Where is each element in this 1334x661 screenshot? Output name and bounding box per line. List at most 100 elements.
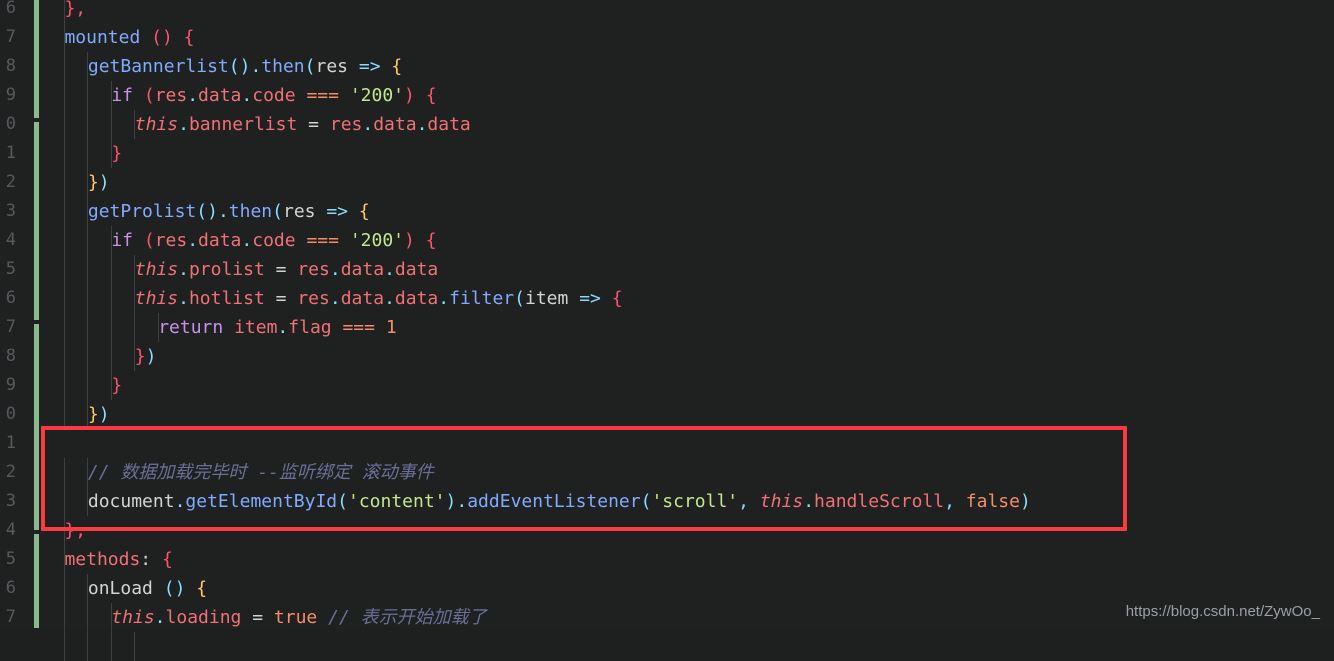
indent-guide [87, 255, 89, 284]
indent-guide [63, 226, 65, 255]
code-line[interactable]: getBannerlist().then(res => { [0, 52, 1334, 81]
code-token: // 数据加载完毕时 --监听绑定 滚动事件 [87, 462, 434, 483]
code-line[interactable]: }, [0, 516, 1334, 545]
code-line[interactable]: document.getElementById('content').addEv… [0, 487, 1334, 516]
code-line[interactable]: } [0, 139, 1334, 168]
code-line-text: }) [88, 168, 110, 197]
code-token: => [579, 288, 601, 309]
code-token: ) [404, 230, 415, 251]
code-line-text: this.bannerlist = res.data.data [135, 110, 471, 139]
code-token: } [134, 346, 146, 367]
line-number: 8 [5, 346, 16, 366]
code-editor[interactable]: }, mounted () {getBannerlist().then(res =… [0, 0, 1334, 661]
code-token: res [154, 85, 188, 106]
code-line[interactable]: }, [0, 0, 1334, 23]
code-line[interactable]: if (res.data.code === '200') { [0, 81, 1334, 110]
code-token: ( [304, 56, 316, 77]
code-token: this [134, 114, 179, 135]
code-line-text: }, [64, 0, 86, 23]
code-token: { [358, 201, 370, 222]
indent-guide [87, 574, 89, 603]
code-line[interactable]: if (res.data.code === '200') { [0, 226, 1334, 255]
code-token: { [196, 578, 208, 599]
line-number: 0 [5, 404, 16, 424]
code-token: return [158, 317, 224, 338]
code-token: '200' [349, 85, 404, 106]
code-surface[interactable]: }, mounted () {getBannerlist().then(res =… [0, 0, 1334, 661]
line-number: 8 [5, 56, 16, 76]
code-line[interactable] [0, 632, 1334, 661]
code-token: ( [143, 230, 155, 251]
code-line[interactable]: // 数据加载完毕时 --监听绑定 滚动事件 [0, 458, 1334, 487]
indent-guide [87, 371, 89, 400]
code-token: . [329, 259, 341, 280]
code-line[interactable]: methods: { [0, 545, 1334, 574]
code-line[interactable]: onLoad () { [0, 574, 1334, 603]
code-line-text: }, [64, 516, 86, 545]
line-number: 2 [5, 462, 16, 482]
code-token: data [394, 288, 439, 309]
code-token: { [391, 56, 403, 77]
code-token: getProlist [87, 201, 197, 222]
code-token: ) [445, 491, 457, 512]
indent-guide [110, 632, 112, 661]
code-line-text: methods: { [64, 545, 172, 574]
indent-guide [134, 255, 136, 284]
indent-guide [87, 226, 89, 255]
code-token: true [273, 607, 318, 628]
code-line-text: document.getElementById('content').addEv… [88, 487, 1031, 516]
code-line[interactable]: }) [0, 342, 1334, 371]
code-line[interactable]: return item.flag === 1 [0, 313, 1334, 342]
indent-guide [87, 139, 89, 168]
code-line[interactable]: }) [0, 168, 1334, 197]
code-token: . [178, 288, 189, 309]
code-line[interactable]: this.bannerlist = res.data.data [0, 110, 1334, 139]
indent-guide [134, 110, 136, 139]
indent-guide [87, 110, 89, 139]
indent-guide [63, 168, 65, 197]
code-token: data [427, 114, 471, 135]
code-token: 'scroll' [651, 491, 739, 512]
code-token: if [111, 230, 133, 251]
git-change-indicator [34, 0, 39, 118]
code-line[interactable]: }) [0, 400, 1334, 429]
code-line[interactable]: mounted () { [0, 23, 1334, 52]
code-token: () [151, 27, 173, 48]
indent-guide [87, 81, 89, 110]
code-line[interactable] [0, 429, 1334, 458]
git-change-indicator [34, 534, 39, 628]
code-token: ) [145, 346, 157, 367]
code-token: . [178, 114, 189, 135]
code-line-text: onLoad () { [88, 574, 207, 603]
code-line[interactable]: getProlist().then(res => { [0, 197, 1334, 226]
code-line[interactable]: } [0, 371, 1334, 400]
code-token: bannerlist [188, 114, 298, 135]
indent-guide [110, 81, 112, 110]
line-number: 5 [5, 549, 16, 569]
code-line[interactable]: this.hotlist = res.data.data.filter(item… [0, 284, 1334, 313]
code-line-text: }) [88, 400, 110, 429]
code-token: res [282, 201, 316, 222]
code-token: . [438, 288, 450, 309]
code-token: = [275, 288, 287, 309]
code-token: loading [165, 607, 242, 628]
line-number: 5 [5, 259, 16, 279]
code-token: . [329, 288, 341, 309]
code-line[interactable]: this.prolist = res.data.data [0, 255, 1334, 284]
code-token: = [308, 114, 320, 135]
code-token: prolist [188, 259, 265, 280]
indent-guide [134, 313, 136, 342]
code-token: this [134, 288, 179, 309]
code-token: . [384, 288, 395, 309]
